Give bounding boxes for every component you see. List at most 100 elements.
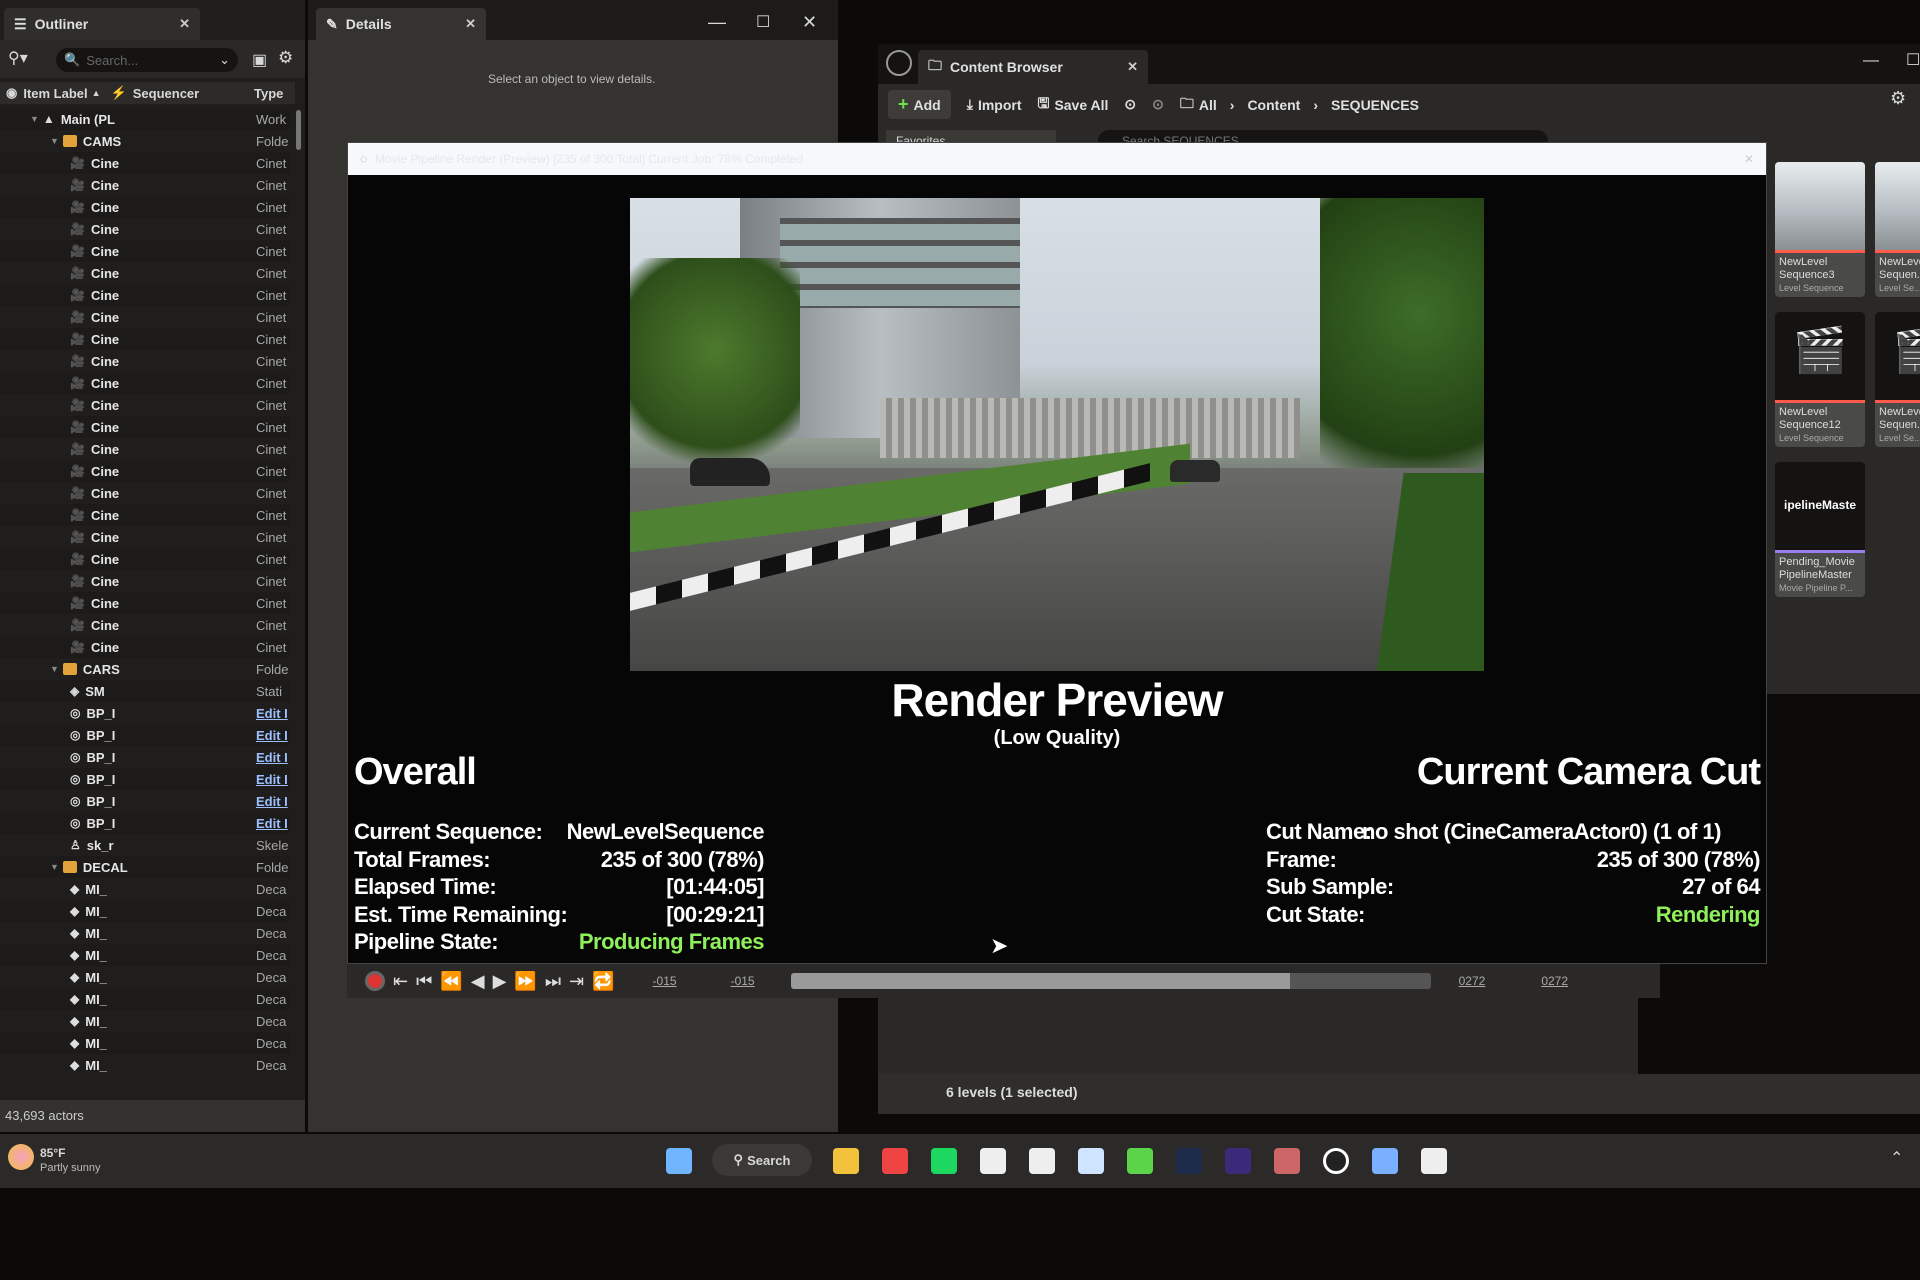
outliner-row[interactable]: ◎ BP_I Edit I xyxy=(0,768,290,790)
maximize-button[interactable]: ☐ xyxy=(756,12,770,32)
outliner-row[interactable]: 🎥 Cine Cinet xyxy=(0,218,290,240)
next-frame-button[interactable]: ⏩ xyxy=(514,971,536,992)
outliner-row[interactable]: 🎥 Cine Cinet xyxy=(0,548,290,570)
prev-key-button[interactable]: ⏮ xyxy=(416,971,432,992)
asset-tile[interactable]: NewLevel Sequence3 Level Sequence xyxy=(1775,162,1865,297)
next-key-button[interactable]: ⏭ xyxy=(545,971,561,992)
outliner-row[interactable]: ◆ MI_ Deca xyxy=(0,1054,290,1076)
outliner-row[interactable]: 🎥 Cine Cinet xyxy=(0,614,290,636)
start-frame[interactable]: -015 xyxy=(653,974,677,988)
add-button[interactable]: + Add xyxy=(888,90,951,119)
visibility-icon[interactable]: ◉ xyxy=(6,85,17,101)
outliner-row[interactable]: 🎥 Cine Cinet xyxy=(0,372,290,394)
outliner-row[interactable]: 🎥 Cine Cinet xyxy=(0,526,290,548)
asset-tile[interactable]: NewLevel Sequen...Level Se... xyxy=(1875,162,1920,297)
taskbar-search[interactable]: ⚲ Search xyxy=(712,1144,812,1176)
breadcrumb-sequences[interactable]: SEQUENCES xyxy=(1331,97,1419,113)
outliner-row[interactable]: 🎥 Cine Cinet xyxy=(0,328,290,350)
taskbar-file-explorer-icon[interactable] xyxy=(833,1148,859,1174)
outliner-row[interactable]: ◆ MI_ Deca xyxy=(0,988,290,1010)
outliner-row[interactable]: ▼ DECAL Folde xyxy=(0,856,290,878)
outliner-row[interactable]: ◆ MI_ Deca xyxy=(0,900,290,922)
outliner-row[interactable]: 🎥 Cine Cinet xyxy=(0,152,290,174)
taskbar-app-icon[interactable] xyxy=(1078,1148,1104,1174)
column-sequencer[interactable]: Sequencer xyxy=(133,86,199,101)
taskbar-photoshop-icon[interactable] xyxy=(1176,1148,1202,1174)
tab-outliner[interactable]: ☰ Outliner ✕ xyxy=(4,8,200,40)
outliner-row[interactable]: 🎥 Cine Cinet xyxy=(0,350,290,372)
asset-tile[interactable]: ipelineMaste Pending_Movie PipelineMaster… xyxy=(1775,462,1865,597)
asset-tile[interactable]: 🎬 NewLevel Sequence12 Level Sequence xyxy=(1775,312,1865,447)
column-type[interactable]: Type xyxy=(254,86,283,101)
outliner-row[interactable]: 🎥 Cine Cinet xyxy=(0,416,290,438)
outliner-row[interactable]: 🎥 Cine Cinet xyxy=(0,592,290,614)
outliner-row[interactable]: ◎ BP_I Edit I xyxy=(0,702,290,724)
playback-end[interactable]: 0272 xyxy=(1459,974,1486,988)
outliner-row[interactable]: ◆ MI_ Deca xyxy=(0,1010,290,1032)
outliner-row[interactable]: ◆ MI_ Deca xyxy=(0,944,290,966)
settings-icon[interactable]: ⚙ xyxy=(1890,88,1906,109)
asset-tile[interactable]: 🎬NewLevel Sequen...Level Se... xyxy=(1875,312,1920,447)
outliner-row[interactable]: ◆ MI_ Deca xyxy=(0,878,290,900)
minimize-button[interactable]: — xyxy=(1863,52,1879,70)
outliner-row[interactable]: ♙ sk_r Skele xyxy=(0,834,290,856)
minimize-button[interactable]: — xyxy=(708,12,726,33)
outliner-row[interactable]: ▼ CAMS Folde xyxy=(0,130,290,152)
history-back-icon[interactable]: ⊙ xyxy=(1124,96,1136,113)
taskbar-spotify-icon[interactable] xyxy=(931,1148,957,1174)
taskbar-windows-start-icon[interactable] xyxy=(666,1148,692,1174)
outliner-row[interactable]: 🎥 Cine Cinet xyxy=(0,482,290,504)
outliner-row[interactable]: 🎥 Cine Cinet xyxy=(0,306,290,328)
tab-content-browser[interactable]: 🗀 Content Browser ✕ xyxy=(918,50,1148,84)
outliner-row[interactable]: 🎥 Cine Cinet xyxy=(0,196,290,218)
expand-arrow-icon[interactable]: ▼ xyxy=(50,136,59,146)
prev-frame-button[interactable]: ◀ xyxy=(471,971,485,992)
save-all-button[interactable]: 🖫 Save All xyxy=(1038,93,1109,117)
taskbar-app-icon[interactable] xyxy=(1127,1148,1153,1174)
close-icon[interactable]: ✕ xyxy=(465,16,476,32)
history-forward-icon[interactable]: ⊙ xyxy=(1152,96,1164,113)
close-icon[interactable]: ✕ xyxy=(1127,59,1138,75)
play-button[interactable]: ▶ xyxy=(493,971,507,992)
taskbar-app-icon[interactable] xyxy=(1029,1148,1055,1174)
outliner-row[interactable]: ▼ ▲ Main (PL Work xyxy=(0,108,290,130)
taskbar-unreal-engine-icon[interactable] xyxy=(1323,1148,1349,1174)
column-item-label[interactable]: Item Label xyxy=(23,86,87,101)
close-button[interactable]: ✕ xyxy=(1744,152,1754,166)
taskbar-app-icon[interactable] xyxy=(1421,1148,1447,1174)
taskbar-security-icon[interactable] xyxy=(1372,1148,1398,1174)
outliner-row[interactable]: 🎥 Cine Cinet xyxy=(0,262,290,284)
outliner-row[interactable]: 🎥 Cine Cinet xyxy=(0,438,290,460)
end-frame[interactable]: 0272 xyxy=(1541,974,1568,988)
outliner-row[interactable]: 🎥 Cine Cinet xyxy=(0,570,290,592)
title-bar[interactable]: ◌ Movie Pipeline Render (Preview) [235 o… xyxy=(348,143,1766,175)
expand-arrow-icon[interactable]: ▼ xyxy=(30,114,39,124)
breadcrumb-content[interactable]: Content xyxy=(1247,97,1300,113)
outliner-row[interactable]: ◎ BP_I Edit I xyxy=(0,724,290,746)
taskbar-chrome-icon[interactable] xyxy=(882,1148,908,1174)
outliner-row[interactable]: ◎ BP_I Edit I xyxy=(0,790,290,812)
expand-arrow-icon[interactable]: ▼ xyxy=(50,862,59,872)
expand-arrow-icon[interactable]: ▼ xyxy=(50,664,59,674)
outliner-row[interactable]: ◆ MI_ Deca xyxy=(0,1032,290,1054)
filter-icon[interactable]: ⚲▾ xyxy=(8,48,28,68)
playback-start[interactable]: -015 xyxy=(731,974,755,988)
outliner-row[interactable]: 🎥 Cine Cinet xyxy=(0,504,290,526)
outliner-row[interactable]: 🎥 Cine Cinet xyxy=(0,394,290,416)
import-button[interactable]: ⤓ Import xyxy=(967,96,1022,113)
close-icon[interactable]: ✕ xyxy=(179,16,190,32)
tray-chevron-icon[interactable]: ⌃ xyxy=(1890,1148,1903,1168)
loop-icon[interactable]: 🔁 xyxy=(592,971,614,992)
taskbar-app-icon[interactable] xyxy=(980,1148,1006,1174)
outliner-row[interactable]: 🎥 Cine Cinet xyxy=(0,284,290,306)
breadcrumb-all[interactable]: All xyxy=(1199,97,1217,113)
taskbar-app-icon[interactable] xyxy=(1274,1148,1300,1174)
outliner-row[interactable]: 🎥 Cine Cinet xyxy=(0,240,290,262)
outliner-scrollbar[interactable] xyxy=(296,110,301,150)
outliner-row[interactable]: ◆ MI_ Deca xyxy=(0,966,290,988)
gear-icon[interactable]: ⚙ xyxy=(278,48,293,68)
weather-desc[interactable]: Partly sunny xyxy=(40,1162,101,1174)
outliner-row[interactable]: ◎ BP_I Edit I xyxy=(0,812,290,834)
taskbar-premiere-icon[interactable] xyxy=(1225,1148,1251,1174)
record-button[interactable] xyxy=(365,971,385,991)
